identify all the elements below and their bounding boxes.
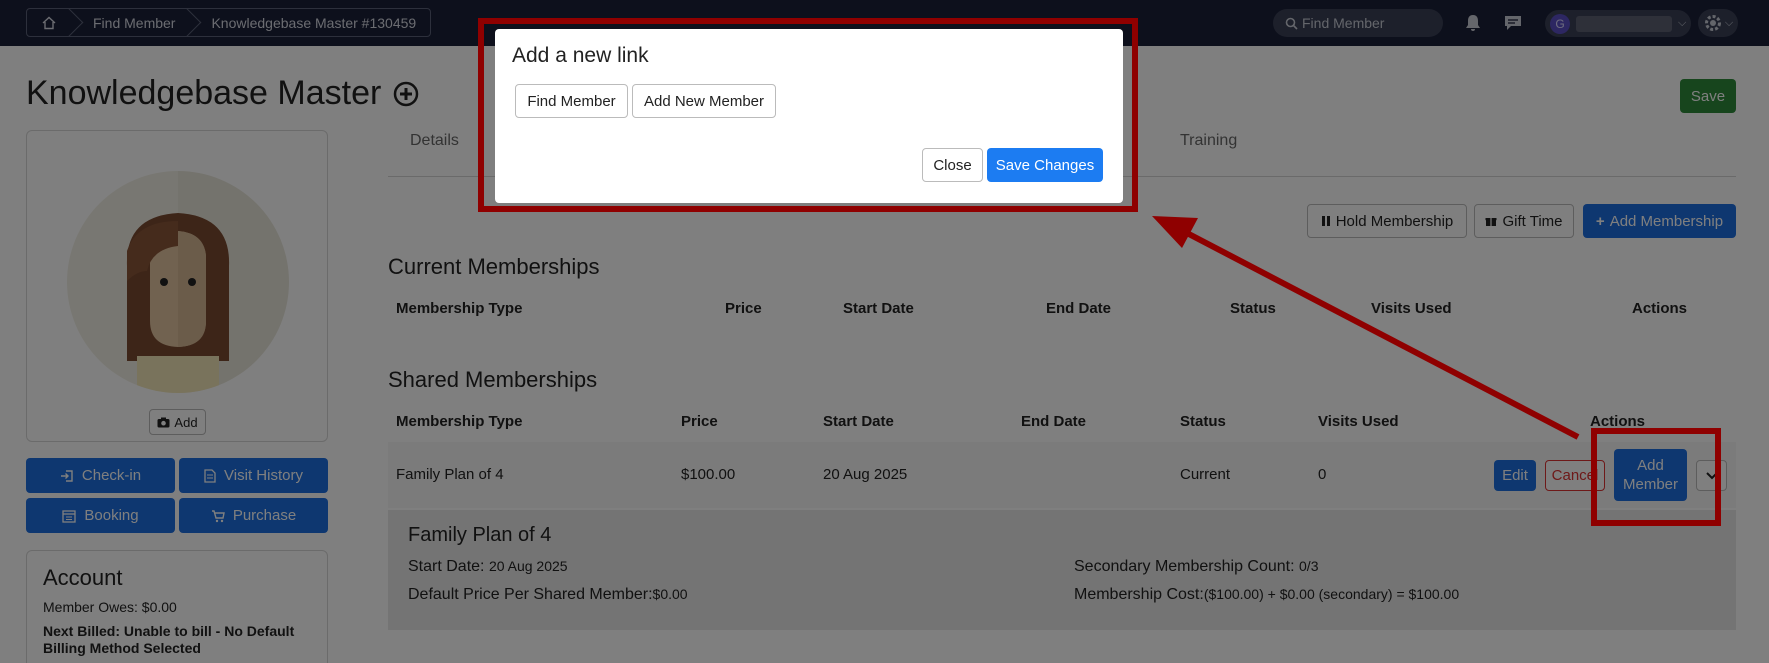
highlight-box-add-member: [1591, 428, 1721, 526]
highlight-box-modal: [478, 18, 1138, 212]
